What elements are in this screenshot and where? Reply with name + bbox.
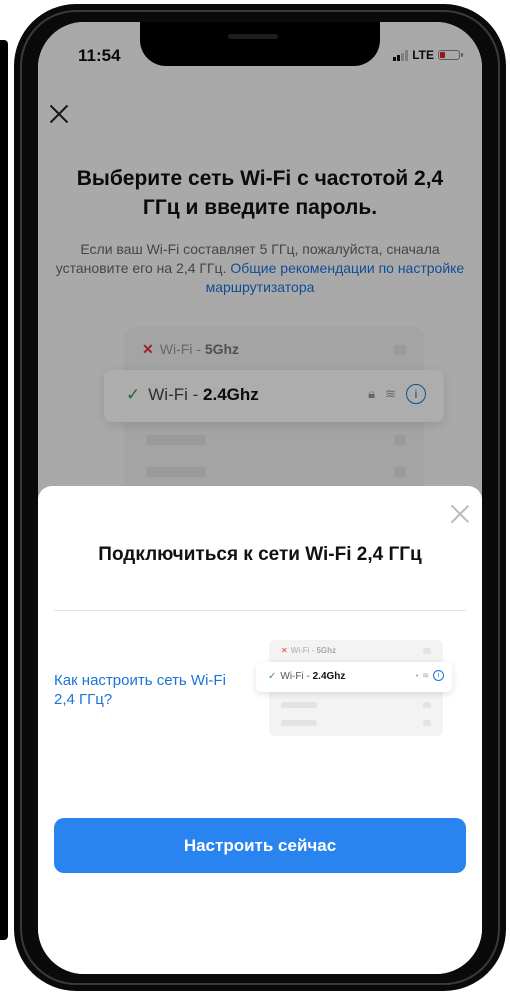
mini-24ghz-label: ✓ Wi-Fi - 2.4Ghz xyxy=(268,671,346,682)
how-to-setup-link[interactable]: Как настроить сеть Wi-Fi 2,4 ГГц? xyxy=(54,671,244,709)
mini-5ghz-row: ✕ Wi-Fi - 5Ghz xyxy=(281,646,337,655)
mini-check-icon: ✓ xyxy=(268,671,277,682)
setup-now-button[interactable]: Настроить сейчас xyxy=(54,818,466,873)
sheet-title: Подключиться к сети Wi-Fi 2,4 ГГц xyxy=(98,544,422,565)
bottom-sheet: Подключиться к сети Wi-Fi 2,4 ГГц Как на… xyxy=(38,486,482,974)
mini-wifi-icon: ≋ xyxy=(422,671,429,680)
mini-info-icon: i xyxy=(433,670,444,681)
mini-24ghz-row: ✓ Wi-Fi - 2.4Ghz ▪ ≋ i xyxy=(256,662,452,692)
sheet-close-icon[interactable] xyxy=(448,502,472,526)
edge-strip xyxy=(0,40,8,940)
mini-row-icons: ▪ ≋ i xyxy=(415,670,444,681)
divider xyxy=(54,610,466,611)
screen: 11:54 LTE Выберите сеть Wi-Fi с частотой… xyxy=(38,22,482,974)
mini-cross-icon: ✕ xyxy=(281,646,288,655)
mini-lock-icon: ▪ xyxy=(415,671,419,680)
